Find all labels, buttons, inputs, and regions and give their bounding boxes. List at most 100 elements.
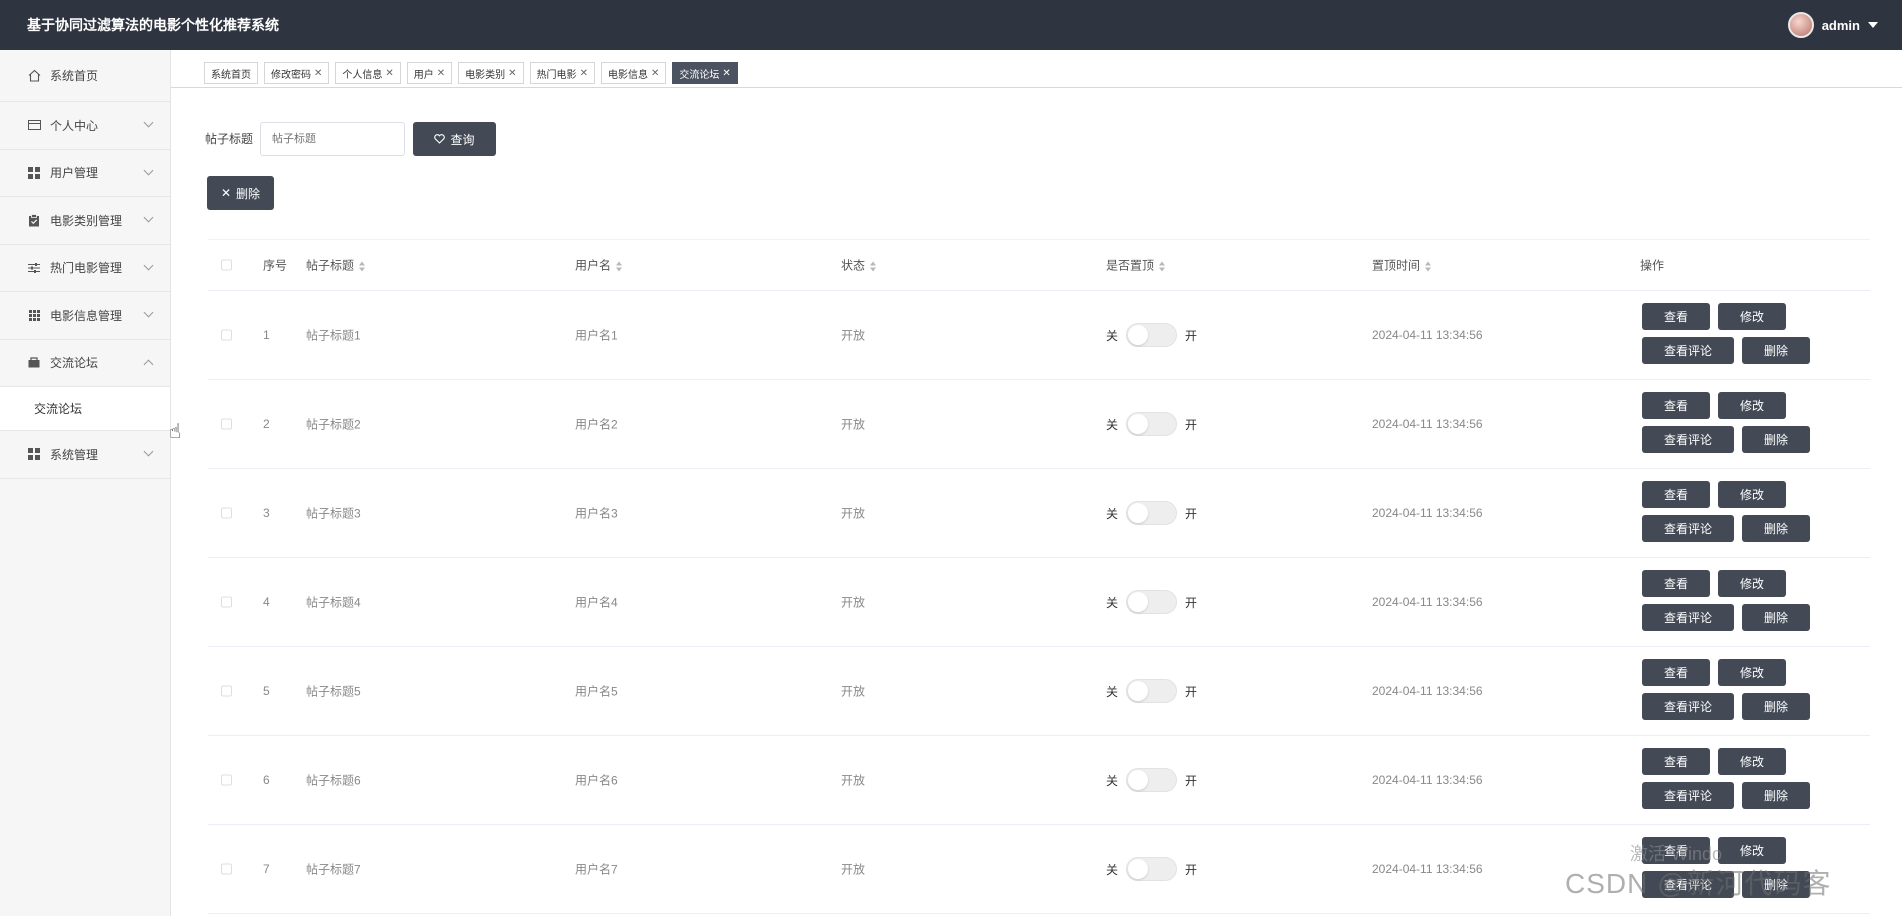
view-button[interactable]: 查看 <box>1642 748 1710 775</box>
switch-off-label: 关 <box>1106 773 1119 788</box>
pin-switch[interactable] <box>1126 679 1178 703</box>
tab-change-password[interactable]: 修改密码 ✕ <box>264 62 330 84</box>
sidebar-item-label: 用户管理 <box>50 166 99 181</box>
column-header-label: 是否置顶 <box>1106 258 1155 273</box>
sidebar-item-hot-movies[interactable]: 热门电影管理 <box>0 245 170 292</box>
grid-icon <box>27 447 41 461</box>
pin-switch[interactable] <box>1126 768 1178 792</box>
chevron-down-icon <box>143 446 154 457</box>
close-icon[interactable]: ✕ <box>314 68 322 79</box>
row-checkbox[interactable] <box>221 685 232 697</box>
row-checkbox[interactable] <box>221 596 232 608</box>
close-icon[interactable]: ✕ <box>651 68 659 79</box>
close-icon[interactable]: ✕ <box>722 68 730 79</box>
column-header-pinned[interactable]: 是否置顶 <box>1106 257 1166 274</box>
tab-hot-movies[interactable]: 热门电影 ✕ <box>529 62 595 84</box>
sort-icon[interactable] <box>359 261 366 272</box>
view-comments-button[interactable]: 查看评论 <box>1642 426 1734 453</box>
pin-time: 2024-04-11 13:34:56 <box>1372 684 1483 698</box>
sidebar-item-movie-category[interactable]: 电影类别管理 <box>0 197 170 245</box>
sidebar-item-home[interactable]: 系统首页 <box>0 50 170 102</box>
view-button[interactable]: 查看 <box>1642 481 1710 508</box>
table-row: 4 帖子标题4 用户名4 开放关开 2024-04-11 13:34:56 查看 修改 查看评… <box>208 558 1870 647</box>
pin-switch[interactable] <box>1126 412 1178 436</box>
delete-button[interactable]: 删除 <box>1742 426 1810 453</box>
pin-switch[interactable] <box>1126 590 1178 614</box>
delete-button[interactable]: 删除 <box>1742 782 1810 809</box>
edit-button[interactable]: 修改 <box>1718 748 1786 775</box>
post-title: 帖子标题2 <box>306 417 361 432</box>
sidebar-item-users[interactable]: 用户管理 <box>0 150 170 197</box>
view-comments-button[interactable]: 查看评论 <box>1642 604 1734 631</box>
query-button[interactable]: 查询 <box>413 122 496 156</box>
hand-cursor-icon: ☝ <box>169 421 182 443</box>
edit-button[interactable]: 修改 <box>1718 481 1786 508</box>
close-icon[interactable]: ✕ <box>385 68 393 79</box>
sort-icon[interactable] <box>870 261 877 272</box>
close-icon[interactable]: ✕ <box>437 68 445 79</box>
tab-label: 修改密码 <box>271 69 311 81</box>
edit-button[interactable]: 修改 <box>1718 392 1786 419</box>
batch-delete-button[interactable]: ✕ 删除 <box>207 176 274 210</box>
delete-button[interactable]: 删除 <box>1742 515 1810 542</box>
edit-button[interactable]: 修改 <box>1718 837 1786 864</box>
row-checkbox[interactable] <box>221 418 232 430</box>
tab-movie-category[interactable]: 电影类别 ✕ <box>458 62 524 84</box>
delete-button[interactable]: 删除 <box>1742 604 1810 631</box>
post-title: 帖子标题1 <box>306 328 361 343</box>
column-header-status[interactable]: 状态 <box>841 257 877 274</box>
pin-switch[interactable] <box>1126 323 1178 347</box>
tab-users[interactable]: 用户 ✕ <box>406 62 453 84</box>
sort-icon[interactable] <box>1159 261 1166 272</box>
view-button[interactable]: 查看 <box>1642 659 1710 686</box>
row-checkbox[interactable] <box>221 329 232 341</box>
delete-button[interactable]: 删除 <box>1742 693 1810 720</box>
select-all-checkbox[interactable] <box>221 259 232 271</box>
edit-button[interactable]: 修改 <box>1718 570 1786 597</box>
row-checkbox[interactable] <box>221 863 232 875</box>
view-button[interactable]: 查看 <box>1642 303 1710 330</box>
sidebar-item-movie-info[interactable]: 电影信息管理 <box>0 292 170 340</box>
tab-forum[interactable]: 交流论坛 ✕ <box>672 62 738 84</box>
delete-button[interactable]: 删除 <box>1742 337 1810 364</box>
column-header-pin-time[interactable]: 置顶时间 <box>1372 257 1432 274</box>
pin-switch[interactable] <box>1126 501 1178 525</box>
sidebar-subitem-forum[interactable]: 交流论坛 <box>0 387 170 431</box>
sidebar-item-system[interactable]: 系统管理 <box>0 431 170 479</box>
user-menu[interactable]: admin <box>1787 12 1878 38</box>
view-comments-button[interactable]: 查看评论 <box>1642 782 1734 809</box>
column-header-user[interactable]: 用户名 <box>575 257 623 274</box>
close-icon[interactable]: ✕ <box>508 68 516 79</box>
close-icon[interactable]: ✕ <box>580 68 588 79</box>
tab-personal-info[interactable]: 个人信息 ✕ <box>335 62 401 84</box>
view-button[interactable]: 查看 <box>1642 392 1710 419</box>
switch-off-label: 关 <box>1106 506 1119 521</box>
tab-home[interactable]: 系统首页 <box>204 62 258 84</box>
caret-down-icon[interactable] <box>1868 22 1878 28</box>
edit-button[interactable]: 修改 <box>1718 659 1786 686</box>
pin-switch[interactable] <box>1126 857 1178 881</box>
tabs-divider <box>171 87 1902 88</box>
sidebar-item-personal[interactable]: 个人中心 <box>0 102 170 150</box>
view-comments-button[interactable]: 查看评论 <box>1642 337 1734 364</box>
username[interactable]: admin <box>1822 18 1860 33</box>
posts-table: 序号 帖子标题 用户名 状态 是否置顶 置顶时间 操作 1 帖子标题1 用户名1 开放… <box>208 239 1870 914</box>
sidebar-item-forum[interactable]: 交流论坛 <box>0 340 170 387</box>
avatar[interactable] <box>1787 12 1814 38</box>
query-button-label: 查询 <box>450 132 475 147</box>
search-input[interactable] <box>260 122 405 156</box>
sort-icon[interactable] <box>616 261 623 272</box>
pin-toggle-group: 关开 <box>1106 501 1197 525</box>
row-checkbox[interactable] <box>221 774 232 786</box>
tab-movie-info[interactable]: 电影信息 ✕ <box>600 62 667 84</box>
view-button[interactable]: 查看 <box>1642 570 1710 597</box>
view-comments-button[interactable]: 查看评论 <box>1642 515 1734 542</box>
switch-knob <box>1128 592 1149 612</box>
pin-time: 2024-04-11 13:34:56 <box>1372 328 1483 342</box>
row-checkbox[interactable] <box>221 507 232 519</box>
edit-button[interactable]: 修改 <box>1718 303 1786 330</box>
sort-icon[interactable] <box>1425 261 1432 272</box>
column-header-title[interactable]: 帖子标题 <box>306 257 366 274</box>
post-username: 用户名4 <box>575 595 618 610</box>
view-comments-button[interactable]: 查看评论 <box>1642 693 1734 720</box>
